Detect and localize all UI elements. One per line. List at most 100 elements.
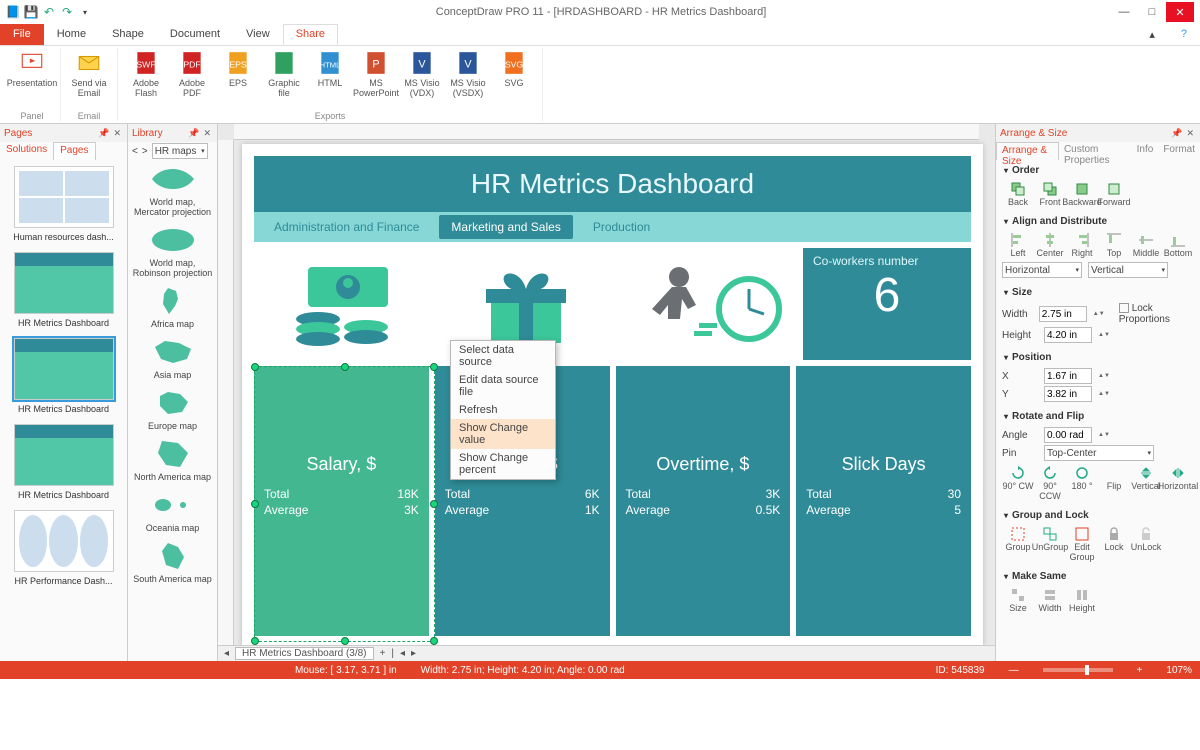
library-item[interactable]: South America map xyxy=(132,541,213,584)
tab-file[interactable]: File xyxy=(0,24,44,45)
library-item[interactable]: World map, Robinson projection xyxy=(132,225,213,278)
height-input[interactable] xyxy=(1044,327,1092,343)
width-input[interactable] xyxy=(1039,306,1087,322)
y-input[interactable] xyxy=(1044,386,1092,402)
edit-group-button[interactable]: Edit Group xyxy=(1066,524,1098,564)
send-email-button[interactable]: Send via Email xyxy=(67,48,111,98)
ribbon-minimize-icon[interactable]: ▴ xyxy=(1136,24,1168,45)
pin-icon[interactable]: 📌 xyxy=(98,128,109,139)
tab-view[interactable]: View xyxy=(233,24,283,45)
dash-tab-production[interactable]: Production xyxy=(581,215,662,239)
ctx-show-change-percent[interactable]: Show Change percent xyxy=(451,449,555,479)
order-back-button[interactable]: Back xyxy=(1002,179,1034,209)
make-same-width-button[interactable]: Width xyxy=(1034,585,1066,615)
close-panel-icon[interactable]: ✕ xyxy=(113,128,121,139)
lock-button[interactable]: Lock xyxy=(1098,524,1130,564)
library-item[interactable]: Oceania map xyxy=(132,490,213,533)
align-middle-button[interactable]: Middle xyxy=(1130,230,1162,260)
align-bottom-button[interactable]: Bottom xyxy=(1162,230,1194,260)
make-same-height-button[interactable]: Height xyxy=(1066,585,1098,615)
page-thumb[interactable]: HR Metrics Dashboard xyxy=(8,338,119,414)
ctx-refresh[interactable]: Refresh xyxy=(451,401,555,419)
export-flash-button[interactable]: SWFAdobe Flash xyxy=(124,48,168,98)
library-item[interactable]: World map, Mercator projection xyxy=(132,164,213,217)
subtab-pages[interactable]: Pages xyxy=(53,142,95,160)
order-backward-button[interactable]: Backward xyxy=(1066,179,1098,209)
align-center-button[interactable]: Center xyxy=(1034,230,1066,260)
close-button[interactable]: ✕ xyxy=(1166,2,1194,22)
distribute-h-select[interactable]: Horizontal▾ xyxy=(1002,262,1082,278)
ungroup-button[interactable]: UnGroup xyxy=(1034,524,1066,564)
spinner-icon[interactable]: ▲▼ xyxy=(1098,391,1110,398)
export-vdx-button[interactable]: VMS Visio (VDX) xyxy=(400,48,444,98)
rtab-custom[interactable]: Custom Properties xyxy=(1059,142,1132,160)
library-nav-fwd-icon[interactable]: > xyxy=(142,146,148,157)
distribute-v-select[interactable]: Vertical▾ xyxy=(1088,262,1168,278)
redo-icon[interactable]: ↷ xyxy=(60,5,74,19)
flip-horizontal-button[interactable]: Horizontal xyxy=(1162,463,1194,503)
sheet-tab[interactable]: HR Metrics Dashboard (3/8) xyxy=(235,647,373,660)
x-input[interactable] xyxy=(1044,368,1092,384)
export-graphic-button[interactable]: Graphic file xyxy=(262,48,306,98)
zoom-slider[interactable] xyxy=(1043,668,1113,672)
metric-overtime[interactable]: Overtime, $ Total3K Average0.5K xyxy=(616,366,791,636)
qat-dropdown-icon[interactable]: ▾ xyxy=(78,5,92,19)
zoom-in-icon[interactable]: + xyxy=(1137,665,1143,676)
page-thumb[interactable]: Human resources dash... xyxy=(8,166,119,242)
pin-icon[interactable]: 📌 xyxy=(1171,128,1182,139)
library-selector[interactable]: HR maps▾ xyxy=(152,143,208,159)
section-position[interactable]: Position xyxy=(1002,349,1194,366)
rotate-180-button[interactable]: 180 ° xyxy=(1066,463,1098,503)
ctx-edit-data-source[interactable]: Edit data source file xyxy=(451,371,555,401)
export-pdf-button[interactable]: PDFAdobe PDF xyxy=(170,48,214,98)
section-group[interactable]: Group and Lock xyxy=(1002,507,1194,524)
metric-salary[interactable]: Salary, $ Total18K Average3K xyxy=(254,366,429,636)
library-item[interactable]: North America map xyxy=(132,439,213,482)
sheet-nav-prev-icon[interactable]: ◂ xyxy=(400,648,405,659)
rtab-info[interactable]: Info xyxy=(1132,142,1159,160)
align-top-button[interactable]: Top xyxy=(1098,230,1130,260)
align-left-button[interactable]: Left xyxy=(1002,230,1034,260)
close-panel-icon[interactable]: ✕ xyxy=(1186,128,1194,139)
export-eps-button[interactable]: EPSEPS xyxy=(216,48,260,98)
maximize-button[interactable]: □ xyxy=(1138,2,1166,22)
lock-proportions-checkbox[interactable] xyxy=(1119,303,1129,313)
pin-select[interactable]: Top-Center▾ xyxy=(1044,445,1154,461)
undo-icon[interactable]: ↶ xyxy=(42,5,56,19)
export-ppt-button[interactable]: PMS PowerPoint xyxy=(354,48,398,98)
library-item[interactable]: Europe map xyxy=(132,388,213,431)
section-size[interactable]: Size xyxy=(1002,284,1194,301)
spinner-icon[interactable]: ▲▼ xyxy=(1098,373,1110,380)
rotate-cw-button[interactable]: 90° CW xyxy=(1002,463,1034,503)
unlock-button[interactable]: UnLock xyxy=(1130,524,1162,564)
spinner-icon[interactable]: ▲▼ xyxy=(1093,311,1105,318)
page-thumb[interactable]: HR Metrics Dashboard xyxy=(8,252,119,328)
presentation-button[interactable]: Presentation xyxy=(10,48,54,88)
tab-home[interactable]: Home xyxy=(44,24,99,45)
metric-slickdays[interactable]: Slick Days Total30 Average5 xyxy=(796,366,971,636)
order-front-button[interactable]: Front xyxy=(1034,179,1066,209)
rotate-ccw-button[interactable]: 90° CCW xyxy=(1034,463,1066,503)
section-order[interactable]: Order xyxy=(1002,162,1194,179)
library-item[interactable]: Africa map xyxy=(132,286,213,329)
sheet-add-icon[interactable]: + xyxy=(380,648,386,659)
minimize-button[interactable]: — xyxy=(1110,2,1138,22)
ctx-select-data-source[interactable]: Select data source xyxy=(451,341,555,371)
angle-input[interactable] xyxy=(1044,427,1092,443)
page-thumb[interactable]: HR Metrics Dashboard xyxy=(8,424,119,500)
tab-share[interactable]: Share xyxy=(283,24,338,45)
dash-tab-admin[interactable]: Administration and Finance xyxy=(262,215,431,239)
save-icon[interactable]: 💾 xyxy=(24,5,38,19)
help-icon[interactable]: ? xyxy=(1168,24,1200,45)
close-panel-icon[interactable]: ✕ xyxy=(203,128,211,139)
ctx-show-change-value[interactable]: Show Change value xyxy=(451,419,555,449)
page-thumb[interactable]: HR Performance Dash... xyxy=(8,510,119,586)
dash-tab-marketing[interactable]: Marketing and Sales xyxy=(439,215,572,239)
export-svg-button[interactable]: SVGSVG xyxy=(492,48,536,98)
section-rotate[interactable]: Rotate and Flip xyxy=(1002,408,1194,425)
rtab-format[interactable]: Format xyxy=(1158,142,1200,160)
order-forward-button[interactable]: Forward xyxy=(1098,179,1130,209)
pin-icon[interactable]: 📌 xyxy=(188,128,199,139)
sheet-nav-next-icon[interactable]: ▸ xyxy=(411,648,416,659)
export-vsdx-button[interactable]: VMS Visio (VSDX) xyxy=(446,48,490,98)
